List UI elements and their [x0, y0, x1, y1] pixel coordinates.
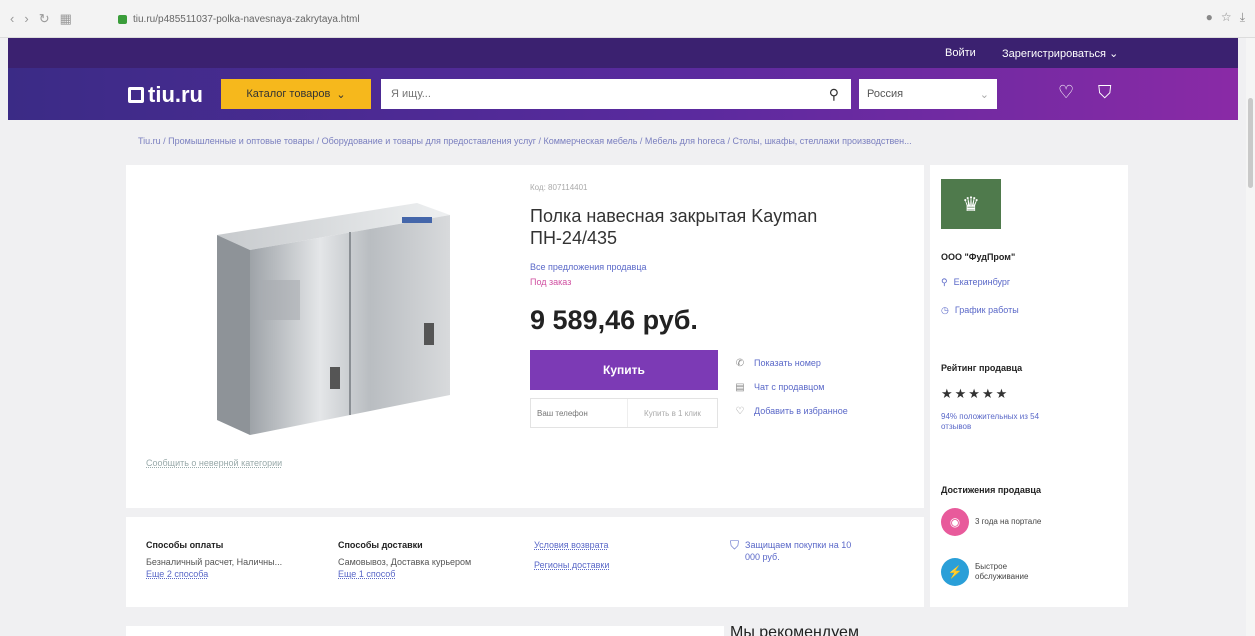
chat-icon: ▤ — [735, 381, 745, 393]
achievement-years: ◉ 3 года на портале — [941, 508, 1045, 536]
forward-icon[interactable]: › — [24, 11, 28, 27]
delivery-regions-link[interactable]: Регионы доставки — [534, 559, 609, 571]
url-text: tiu.ru/p485511037-polka-navesnaya-zakryt… — [133, 14, 360, 25]
show-phone-label: Показать номер — [754, 358, 821, 368]
logo-text: tiu.ru — [148, 82, 203, 107]
location-pin-icon: ⚲ — [941, 277, 948, 287]
buy-button[interactable]: Купить — [530, 350, 718, 390]
login-link[interactable]: Войти — [945, 47, 976, 59]
search-box: ⚲ — [381, 79, 851, 109]
oneclick-form: Купить в 1 клик — [530, 398, 718, 428]
bookmark-icon[interactable]: ☆ — [1221, 10, 1232, 25]
protection-block[interactable]: ⛉ Защищаем покупки на 10 000 руб. — [730, 539, 855, 563]
chef-hat-icon: ♛ — [962, 193, 980, 216]
recommendations-panel — [126, 626, 724, 636]
seller-schedule[interactable]: ◷ График работы — [941, 305, 1019, 316]
back-icon[interactable]: ‹ — [10, 11, 14, 27]
recommend-heading: Мы рекомендуем — [730, 624, 859, 636]
search-input[interactable] — [389, 87, 809, 101]
show-phone-action[interactable]: ✆ Показать номер — [734, 351, 848, 375]
availability-status: Под заказ — [530, 277, 572, 287]
region-value: Россия — [867, 88, 904, 100]
cake-icon: ◉ — [941, 508, 969, 536]
product-card: Сообщить о неверной категории Код: 80711… — [126, 165, 924, 508]
delivery-title: Способы доставки — [338, 540, 423, 550]
product-price: 9 589,46 руб. — [530, 305, 698, 335]
seller-city-label: Екатеринбург — [953, 277, 1011, 287]
reload-icon[interactable]: ↻ — [39, 11, 50, 27]
catalog-label: Каталог товаров — [246, 88, 331, 100]
register-link[interactable]: Зарегистрироваться ⌄ — [1002, 47, 1118, 60]
seller-panel: ♛ ООО "ФудПром" ⚲ Екатеринбург ◷ График … — [930, 165, 1128, 607]
achievement-fast-text: Быстрое обслуживание — [975, 562, 1029, 581]
product-image[interactable] — [202, 195, 462, 460]
favorites-heart-icon[interactable]: ♡ — [1058, 82, 1074, 103]
catalog-button[interactable]: Каталог товаров ⌄ — [221, 79, 371, 109]
extension-icon[interactable]: ● — [1206, 10, 1213, 25]
cart-icon[interactable]: ⛉ — [1098, 82, 1112, 103]
delivery-block: Способы доставки Самовывоз, Доставка кур… — [338, 539, 471, 580]
favorite-action[interactable]: ♡ Добавить в избранное — [734, 399, 848, 423]
browser-nav: ‹ › ↻ ▦ — [10, 11, 72, 27]
user-bar: Войти Зарегистрироваться ⌄ — [8, 38, 1238, 68]
payment-more-link[interactable]: Еще 2 способа — [146, 568, 282, 580]
product-title: Полка навесная закрытая Kayman ПН-24/435 — [530, 206, 818, 248]
payment-block: Способы оплаты Безналичный расчет, Налич… — [146, 539, 282, 580]
achievements-title: Достижения продавца — [941, 485, 1042, 495]
site-logo[interactable]: tiu.ru — [128, 82, 203, 108]
policy-links: Условия возврата Регионы доставки — [534, 539, 609, 571]
grid-icon[interactable]: ▦ — [60, 11, 72, 27]
lightning-icon: ⚡ — [941, 558, 969, 586]
protection-text: Защищаем покупки на 10 000 руб. — [745, 540, 852, 562]
heart-icon: ♡ — [735, 405, 745, 417]
browser-right-icons: ● ☆ ⤓ — [1206, 10, 1245, 25]
favorite-label: Добавить в избранное — [754, 406, 848, 416]
achievement-fast: ⚡ Быстрое обслуживание — [941, 558, 1045, 586]
rating-title: Рейтинг продавца — [941, 363, 1023, 373]
delivery-more-link[interactable]: Еще 1 способ — [338, 568, 471, 580]
report-category-link[interactable]: Сообщить о неверной категории — [146, 458, 282, 468]
delivery-text: Самовывоз, Доставка курьером — [338, 557, 472, 567]
chat-label: Чат с продавцом — [754, 382, 825, 392]
chevron-down-icon: ⌄ — [336, 88, 346, 101]
payment-text: Безналичный расчет, Наличны... — [146, 557, 283, 567]
scrollbar-thumb[interactable] — [1248, 98, 1253, 188]
seller-schedule-label: График работы — [954, 305, 1019, 315]
search-icon[interactable]: ⚲ — [829, 86, 839, 103]
shield-icon: ⛉ — [730, 538, 740, 552]
address-bar[interactable]: tiu.ru/p485511037-polka-navesnaya-zakryt… — [118, 11, 1118, 28]
seller-logo[interactable]: ♛ — [941, 179, 1001, 229]
chevron-down-icon: ⌄ — [979, 88, 989, 101]
payment-title: Способы оплаты — [146, 540, 224, 550]
register-label: Зарегистрироваться — [1002, 48, 1107, 60]
rating-stars: ★★★★★ — [941, 386, 1010, 401]
product-actions: ✆ Показать номер ▤ Чат с продавцом ♡ Доб… — [734, 351, 848, 423]
chat-action[interactable]: ▤ Чат с продавцом — [734, 375, 848, 399]
lock-icon — [118, 15, 127, 24]
breadcrumb[interactable]: Tiu.ru / Промышленные и оптовые товары /… — [138, 136, 1138, 146]
page-scrollbar[interactable] — [1246, 38, 1255, 636]
info-strip: Способы оплаты Безналичный расчет, Налич… — [126, 517, 924, 607]
achievement-years-text: 3 года на портале — [975, 517, 1042, 526]
seller-name[interactable]: ООО "ФудПром" — [941, 252, 1015, 262]
site-header: tiu.ru Каталог товаров ⌄ ⚲ Россия ⌄ ♡ ⛉ — [8, 68, 1238, 120]
seller-city[interactable]: ⚲ Екатеринбург — [941, 277, 1010, 288]
oneclick-button[interactable]: Купить в 1 клик — [627, 399, 717, 427]
product-sku: Код: 807114401 — [530, 183, 588, 192]
rating-text[interactable]: 94% положительных из 54 отзывов — [941, 412, 1041, 432]
browser-toolbar: ‹ › ↻ ▦ tiu.ru/p485511037-polka-navesnay… — [0, 0, 1255, 38]
download-icon[interactable]: ⤓ — [1240, 10, 1245, 25]
logo-box-icon — [128, 87, 144, 103]
region-select[interactable]: Россия ⌄ — [859, 79, 997, 109]
phone-input[interactable] — [531, 399, 627, 427]
phone-icon: ✆ — [735, 357, 745, 369]
return-policy-link[interactable]: Условия возврата — [534, 539, 609, 551]
clock-icon: ◷ — [941, 305, 949, 315]
seller-offers-link[interactable]: Все предложения продавца — [530, 262, 647, 272]
